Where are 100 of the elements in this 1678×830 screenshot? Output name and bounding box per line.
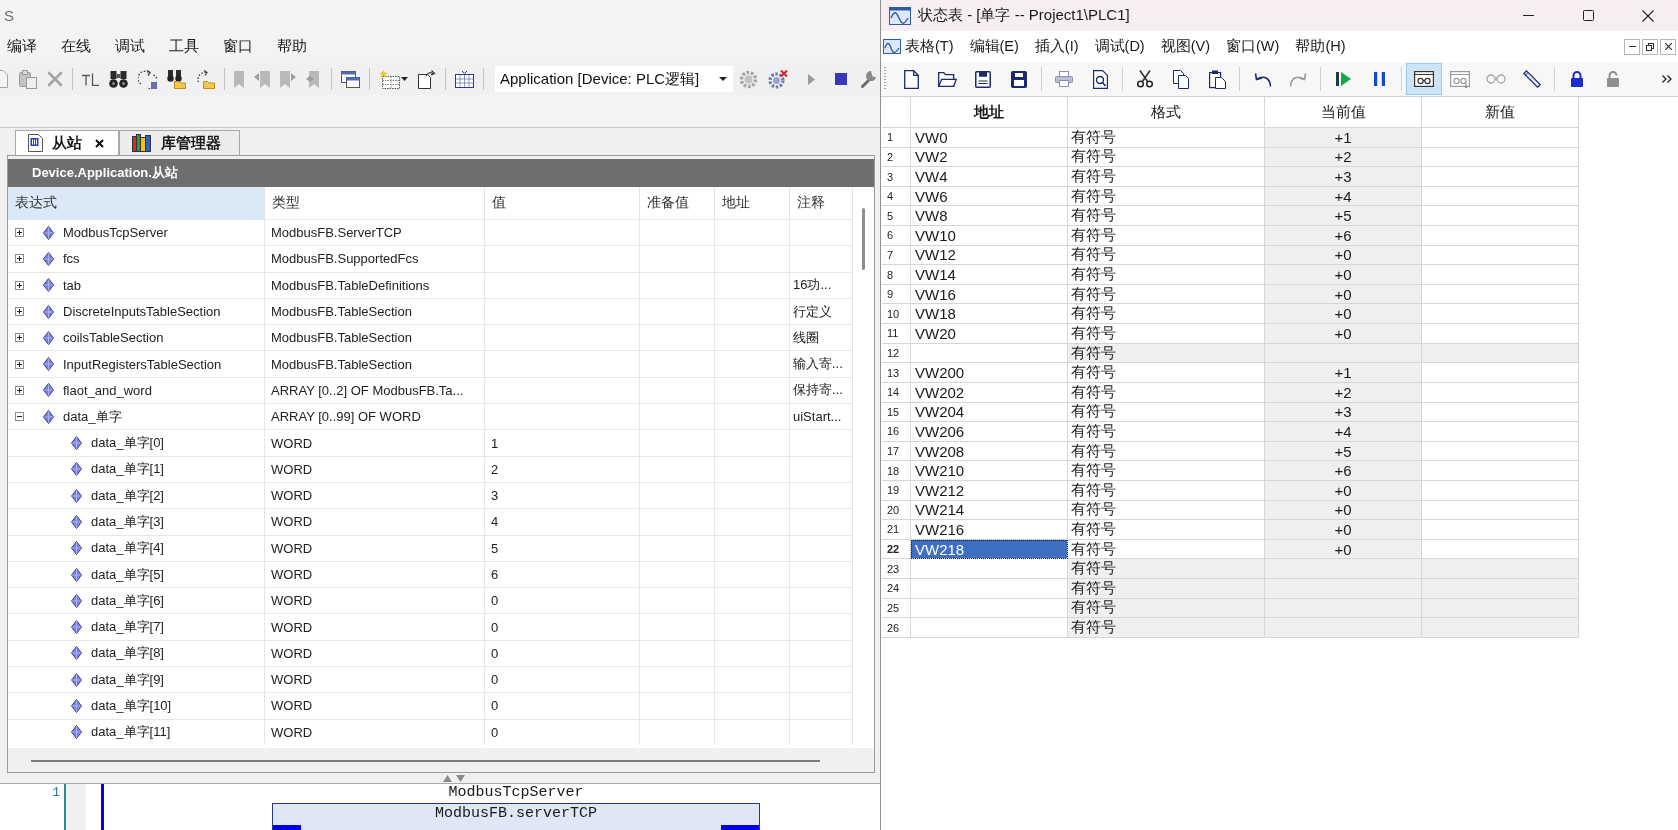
- table-cell[interactable]: 有符号: [1068, 186, 1265, 207]
- save-all-icon[interactable]: [1011, 70, 1027, 88]
- table-cell[interactable]: 有符号: [1068, 304, 1265, 325]
- clipboard-icon[interactable]: [18, 69, 37, 89]
- bracket-icon[interactable]: [82, 72, 99, 86]
- new-page-icon[interactable]: [903, 69, 919, 89]
- row-number[interactable]: 5: [882, 206, 911, 227]
- table-cell[interactable]: 有符号: [1068, 147, 1265, 168]
- monitor-button[interactable]: [1406, 63, 1442, 95]
- table-cell[interactable]: VW10: [911, 226, 1068, 246]
- table-cell[interactable]: 有符号: [1068, 539, 1265, 560]
- table-cell[interactable]: 有符号: [1068, 324, 1265, 344]
- gear-x-icon[interactable]: [768, 69, 788, 89]
- row-number[interactable]: 13: [882, 363, 911, 383]
- close-icon[interactable]: [1642, 9, 1654, 22]
- tab[interactable]: 库管理器: [119, 130, 240, 155]
- menu-item[interactable]: 插入(I): [1034, 37, 1079, 56]
- table-cell[interactable]: VW2: [911, 147, 1068, 168]
- column-header[interactable]: 注释: [790, 187, 853, 219]
- expand-icon[interactable]: [15, 359, 24, 369]
- expand-icon[interactable]: [15, 385, 24, 395]
- save-icon[interactable]: [975, 70, 991, 88]
- scissors-icon[interactable]: [1137, 70, 1153, 88]
- bookmark-arrow-icon[interactable]: [280, 70, 296, 88]
- menu-item[interactable]: 编译: [7, 37, 37, 56]
- menu-item[interactable]: 调试(D): [1094, 37, 1145, 56]
- column-header[interactable]: 值: [485, 187, 640, 219]
- table-cell[interactable]: 有符号: [1068, 579, 1265, 599]
- menu-item[interactable]: 工具: [169, 37, 199, 56]
- table-cell[interactable]: VW210: [911, 461, 1068, 481]
- column-header[interactable]: 地址: [715, 187, 790, 219]
- bookmark-icon[interactable]: [234, 70, 244, 88]
- table-cell[interactable]: 有符号: [1068, 480, 1265, 501]
- tab[interactable]: 从站: [15, 130, 119, 155]
- table-cell[interactable]: 有符号: [1068, 265, 1265, 285]
- restore-button[interactable]: [1642, 38, 1658, 55]
- close-icon[interactable]: [95, 138, 104, 148]
- expand-icon[interactable]: [15, 280, 24, 290]
- table-cell[interactable]: 有符号: [1068, 559, 1265, 579]
- folder-arrow-icon[interactable]: [196, 69, 215, 89]
- table-cell[interactable]: 有符号: [1068, 422, 1265, 442]
- menu-item[interactable]: 窗口: [223, 37, 253, 56]
- table-cell[interactable]: VW214: [911, 500, 1068, 521]
- page-icon[interactable]: [0, 70, 8, 88]
- scroll-thumb[interactable]: [862, 208, 865, 270]
- binoculars-folder-icon[interactable]: [167, 69, 186, 89]
- table-cell[interactable]: VW8: [911, 206, 1068, 227]
- collapse-icon[interactable]: [15, 412, 24, 422]
- menu-item[interactable]: 编辑(E): [969, 37, 1019, 56]
- row-number[interactable]: 3: [882, 167, 911, 187]
- table-cell[interactable]: 有符号: [1068, 520, 1265, 540]
- table-cell[interactable]: 有符号: [1068, 461, 1265, 481]
- menu-item[interactable]: 视图(V): [1160, 37, 1211, 56]
- table-cell[interactable]: 有符号: [1068, 206, 1265, 227]
- expand-icon[interactable]: [15, 307, 24, 317]
- table-cell[interactable]: VW208: [911, 441, 1068, 462]
- table-cell[interactable]: VW216: [911, 520, 1068, 540]
- row-number[interactable]: 16: [882, 422, 911, 442]
- table-cell[interactable]: VW206: [911, 422, 1068, 442]
- gear-icon[interactable]: [739, 69, 758, 89]
- menu-item[interactable]: 帮助(H): [1295, 37, 1346, 56]
- table-cell[interactable]: 有符号: [1068, 226, 1265, 246]
- table-cell[interactable]: VW212: [911, 480, 1068, 501]
- row-number[interactable]: 23: [882, 559, 911, 579]
- delete-icon[interactable]: [47, 71, 63, 87]
- minimize-button[interactable]: [1624, 38, 1640, 55]
- table-cell[interactable]: 有符号: [1068, 343, 1265, 364]
- table-cell[interactable]: VW6: [911, 186, 1068, 207]
- table-cell[interactable]: 有符号: [1068, 128, 1265, 148]
- table-cell[interactable]: 有符号: [1068, 284, 1265, 305]
- column-header[interactable]: 类型: [265, 187, 485, 219]
- function-block[interactable]: ModbusFB.serverTCP: [272, 803, 760, 830]
- maximize-icon[interactable]: [1582, 10, 1594, 21]
- table-cell[interactable]: VW18: [911, 304, 1068, 325]
- paste-icon[interactable]: [1208, 69, 1226, 89]
- pencil-icon[interactable]: [1523, 70, 1541, 88]
- table-cell[interactable]: VW20: [911, 324, 1068, 344]
- table-cell[interactable]: VW0: [911, 128, 1068, 148]
- menu-item[interactable]: 帮助: [277, 37, 307, 56]
- table-star-icon[interactable]: [379, 69, 400, 89]
- table-cell[interactable]: VW200: [911, 363, 1068, 383]
- bookmark-arrow-icon[interactable]: [306, 70, 322, 88]
- window-glasses-icon[interactable]: [1450, 70, 1470, 88]
- table-cell[interactable]: VW4: [911, 167, 1068, 187]
- print-preview-icon[interactable]: [1092, 69, 1108, 89]
- dotted-arrow-icon[interactable]: [138, 69, 157, 89]
- close-button[interactable]: [1660, 38, 1676, 55]
- table-cell[interactable]: 有符号: [1068, 382, 1265, 403]
- table-cell[interactable]: VW14: [911, 265, 1068, 285]
- menu-item[interactable]: 窗口(W): [1226, 37, 1280, 56]
- menu-item[interactable]: 调试: [115, 37, 145, 56]
- table-cell[interactable]: VW16: [911, 284, 1068, 305]
- row-number[interactable]: 11: [882, 324, 911, 344]
- table-cell[interactable]: 有符号: [1068, 402, 1265, 423]
- splitter-arrows-icon[interactable]: [443, 774, 465, 782]
- menu-item[interactable]: 在线: [61, 37, 91, 56]
- row-number[interactable]: 24: [882, 579, 911, 599]
- table-cell[interactable]: 有符号: [1068, 441, 1265, 462]
- window-list-icon[interactable]: [341, 70, 360, 88]
- unlock-icon[interactable]: [1607, 71, 1619, 87]
